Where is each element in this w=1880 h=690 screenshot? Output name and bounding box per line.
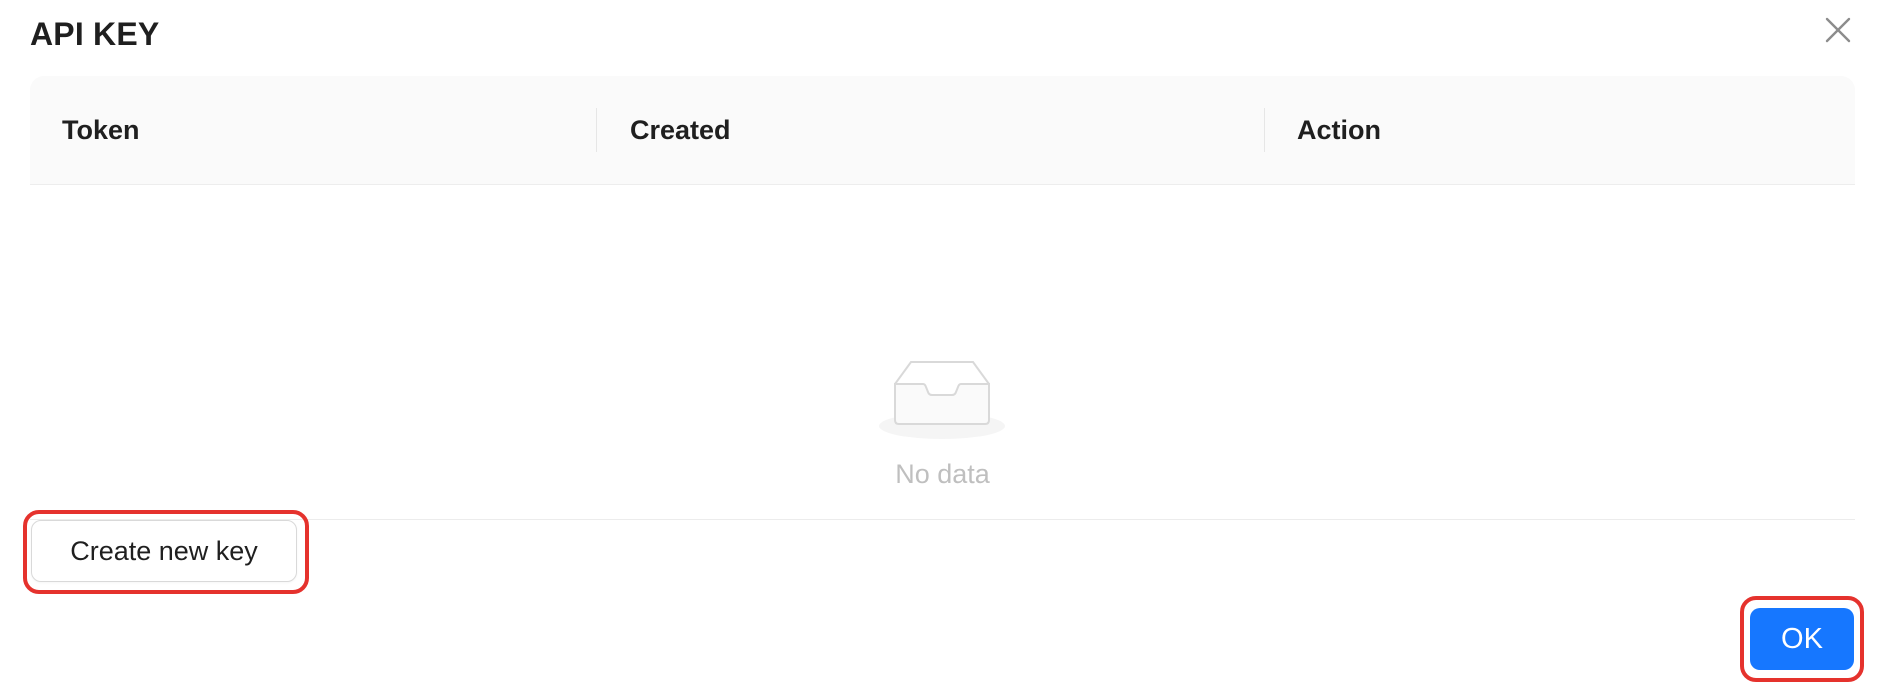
empty-state: No data bbox=[30, 184, 1855, 519]
table-header: Token Created Action bbox=[30, 76, 1855, 185]
api-key-modal: API KEY Token Created Action No data Cre… bbox=[0, 0, 1880, 690]
close-button[interactable] bbox=[1820, 12, 1856, 48]
empty-state-text: No data bbox=[895, 459, 990, 489]
column-header-created: Created bbox=[630, 114, 731, 145]
empty-inbox-icon bbox=[879, 361, 1005, 439]
create-new-key-button[interactable]: Create new key bbox=[31, 520, 297, 582]
column-header-action: Action bbox=[1297, 114, 1381, 145]
api-key-table: Token Created Action No data bbox=[30, 76, 1855, 520]
column-divider bbox=[1264, 108, 1265, 152]
ok-button[interactable]: OK bbox=[1750, 608, 1854, 670]
column-header-token: Token bbox=[62, 114, 140, 145]
modal-title: API KEY bbox=[30, 16, 160, 52]
column-divider bbox=[596, 108, 597, 152]
close-icon bbox=[1825, 17, 1851, 43]
